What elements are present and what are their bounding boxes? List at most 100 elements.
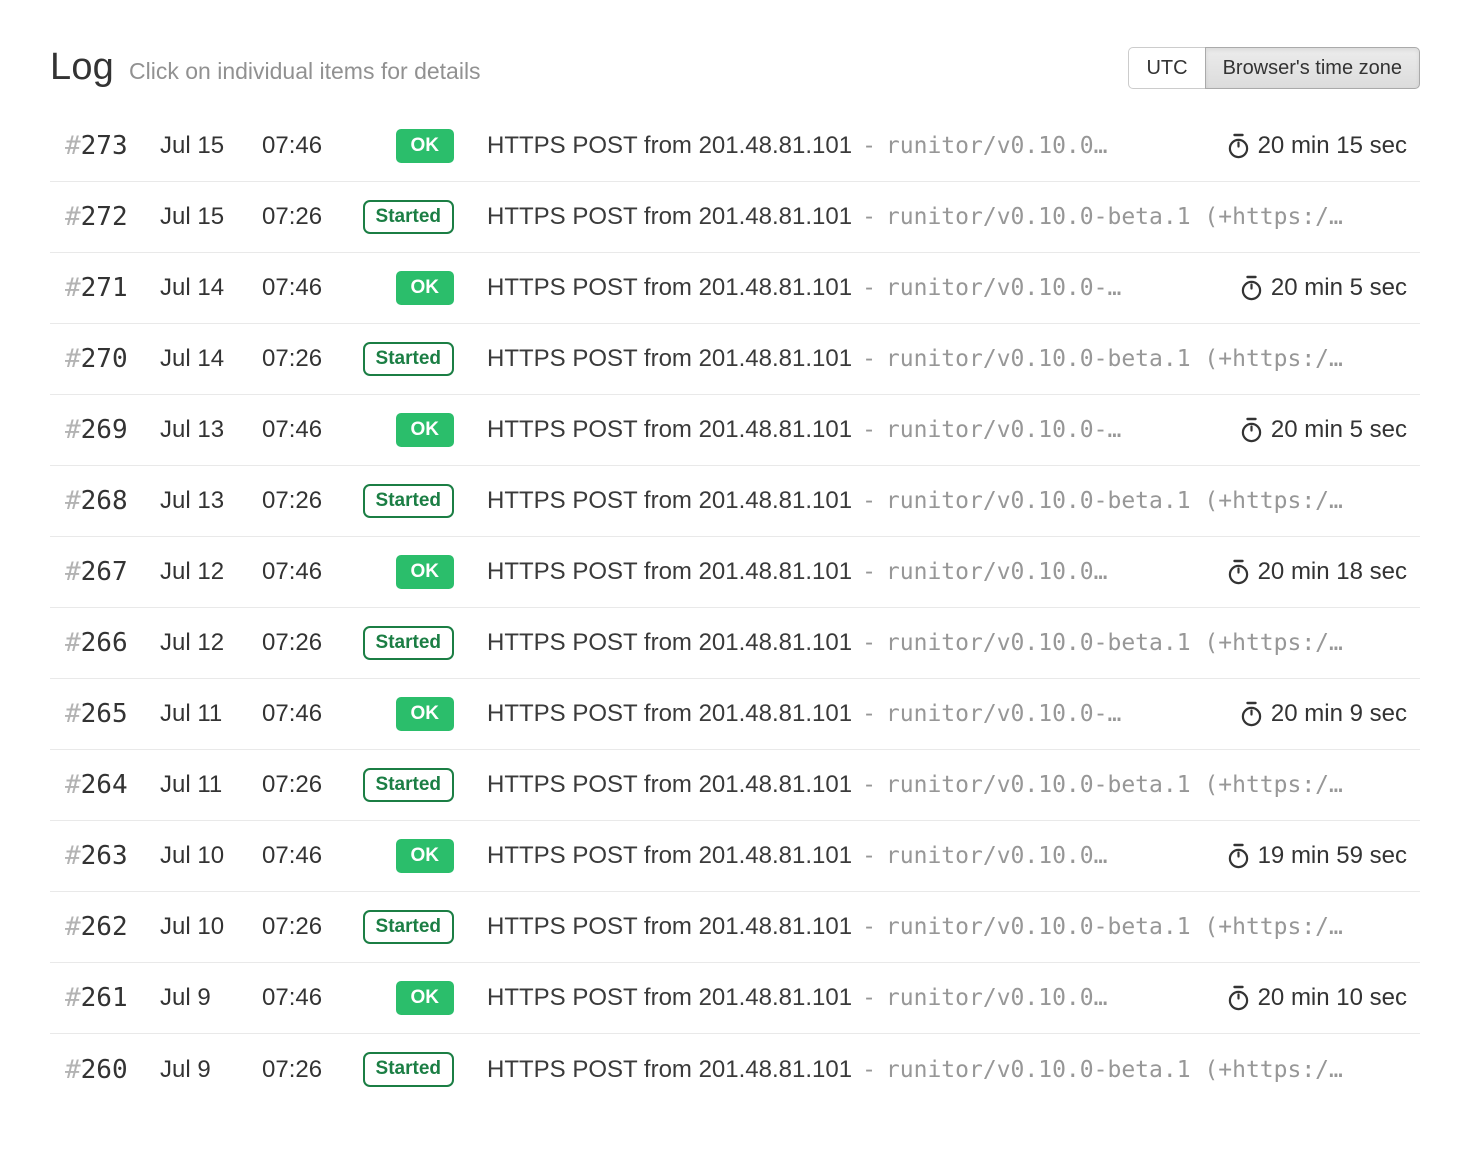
log-row[interactable]: #262 Jul 10 07:26 Started HTTPS POST fro… [50, 892, 1420, 963]
row-date: Jul 14 [160, 345, 262, 373]
stopwatch-icon [1227, 843, 1250, 869]
hash-prefix: # [65, 628, 81, 658]
stopwatch-icon [1227, 133, 1250, 159]
hash-prefix: # [65, 131, 81, 161]
status-badge: OK [396, 413, 455, 448]
status-badge: Started [363, 1052, 454, 1087]
row-code: 262 [81, 912, 128, 942]
dash-separator: - [862, 701, 876, 727]
title-wrap: Log Click on individual items for detail… [50, 46, 481, 89]
event-code: #266 [50, 628, 160, 658]
row-date: Jul 12 [160, 558, 262, 586]
row-date: Jul 11 [160, 771, 262, 799]
user-agent-text: runitor/v0.10.0… [886, 133, 1108, 159]
user-agent-text: runitor/v0.10.0-… [886, 275, 1121, 301]
log-row[interactable]: #270 Jul 14 07:26 Started HTTPS POST fro… [50, 324, 1420, 395]
row-time: 07:46 [262, 842, 362, 870]
row-message: HTTPS POST from 201.48.81.101 [487, 416, 852, 444]
hash-prefix: # [65, 699, 81, 729]
log-row[interactable]: #273 Jul 15 07:46 OK HTTPS POST from 201… [50, 111, 1420, 182]
row-code: 263 [81, 841, 128, 871]
badge-cell: OK [362, 839, 454, 874]
row-time: 07:46 [262, 274, 362, 302]
log-row[interactable]: #263 Jul 10 07:46 OK HTTPS POST from 201… [50, 821, 1420, 892]
row-code: 268 [81, 486, 128, 516]
event-description: HTTPS POST from 201.48.81.101 - runitor/… [487, 913, 1407, 941]
page-title: Log [50, 46, 114, 89]
hash-prefix: # [65, 344, 81, 374]
badge-cell: Started [362, 342, 454, 377]
event-code: #271 [50, 273, 160, 303]
row-code: 261 [81, 983, 128, 1013]
log-row[interactable]: #267 Jul 12 07:46 OK HTTPS POST from 201… [50, 537, 1420, 608]
user-agent-text: runitor/v0.10.0… [886, 559, 1108, 585]
row-time: 07:26 [262, 1056, 362, 1084]
badge-cell: Started [362, 626, 454, 661]
log-row[interactable]: #264 Jul 11 07:26 Started HTTPS POST fro… [50, 750, 1420, 821]
log-row[interactable]: #268 Jul 13 07:26 Started HTTPS POST fro… [50, 466, 1420, 537]
hash-prefix: # [65, 770, 81, 800]
row-date: Jul 14 [160, 274, 262, 302]
row-duration: 20 min 10 sec [1227, 984, 1407, 1012]
status-badge: OK [396, 697, 455, 732]
badge-cell: OK [362, 981, 454, 1016]
row-time: 07:26 [262, 629, 362, 657]
event-description: HTTPS POST from 201.48.81.101 - runitor/… [487, 274, 1222, 302]
row-date: Jul 13 [160, 416, 262, 444]
dash-separator: - [862, 275, 876, 301]
duration-text: 20 min 18 sec [1258, 558, 1407, 586]
log-row[interactable]: #269 Jul 13 07:46 OK HTTPS POST from 201… [50, 395, 1420, 466]
row-code: 271 [81, 273, 128, 303]
event-code: #262 [50, 912, 160, 942]
log-row[interactable]: #266 Jul 12 07:26 Started HTTPS POST fro… [50, 608, 1420, 679]
event-code: #267 [50, 557, 160, 587]
badge-cell: OK [362, 129, 454, 164]
row-message: HTTPS POST from 201.48.81.101 [487, 771, 852, 799]
log-row[interactable]: #272 Jul 15 07:26 Started HTTPS POST fro… [50, 182, 1420, 253]
row-time: 07:46 [262, 984, 362, 1012]
stopwatch-icon [1227, 559, 1250, 585]
utc-button[interactable]: UTC [1128, 47, 1205, 89]
status-badge: OK [396, 129, 455, 164]
duration-text: 20 min 10 sec [1258, 984, 1407, 1012]
log-row[interactable]: #260 Jul 9 07:26 Started HTTPS POST from… [50, 1034, 1420, 1105]
row-date: Jul 12 [160, 629, 262, 657]
dash-separator: - [862, 559, 876, 585]
hash-prefix: # [65, 202, 81, 232]
row-code: 270 [81, 344, 128, 374]
row-time: 07:26 [262, 771, 362, 799]
event-code: #263 [50, 841, 160, 871]
log-row[interactable]: #265 Jul 11 07:46 OK HTTPS POST from 201… [50, 679, 1420, 750]
browser-timezone-button[interactable]: Browser's time zone [1205, 47, 1420, 89]
event-code: #268 [50, 486, 160, 516]
status-badge: Started [363, 200, 454, 235]
row-time: 07:26 [262, 913, 362, 941]
stopwatch-icon [1240, 701, 1263, 727]
event-code: #272 [50, 202, 160, 232]
row-duration: 19 min 59 sec [1227, 842, 1407, 870]
row-duration: 20 min 5 sec [1240, 274, 1407, 302]
row-message: HTTPS POST from 201.48.81.101 [487, 345, 852, 373]
user-agent-text: runitor/v0.10.0-beta.1 (+https:/… [886, 346, 1343, 372]
status-badge: Started [363, 626, 454, 661]
hash-prefix: # [65, 415, 81, 445]
user-agent-text: runitor/v0.10.0-beta.1 (+https:/… [886, 1057, 1343, 1083]
row-time: 07:46 [262, 132, 362, 160]
row-message: HTTPS POST from 201.48.81.101 [487, 132, 852, 160]
row-message: HTTPS POST from 201.48.81.101 [487, 913, 852, 941]
hash-prefix: # [65, 841, 81, 871]
log-page: Log Click on individual items for detail… [0, 0, 1470, 1105]
badge-cell: Started [362, 200, 454, 235]
event-description: HTTPS POST from 201.48.81.101 - runitor/… [487, 345, 1407, 373]
user-agent-text: runitor/v0.10.0-… [886, 417, 1121, 443]
row-date: Jul 15 [160, 132, 262, 160]
event-code: #261 [50, 983, 160, 1013]
row-duration: 20 min 5 sec [1240, 416, 1407, 444]
log-row[interactable]: #271 Jul 14 07:46 OK HTTPS POST from 201… [50, 253, 1420, 324]
dash-separator: - [862, 133, 876, 159]
event-description: HTTPS POST from 201.48.81.101 - runitor/… [487, 487, 1407, 515]
event-code: #273 [50, 131, 160, 161]
row-code: 267 [81, 557, 128, 587]
event-code: #265 [50, 699, 160, 729]
log-row[interactable]: #261 Jul 9 07:46 OK HTTPS POST from 201.… [50, 963, 1420, 1034]
